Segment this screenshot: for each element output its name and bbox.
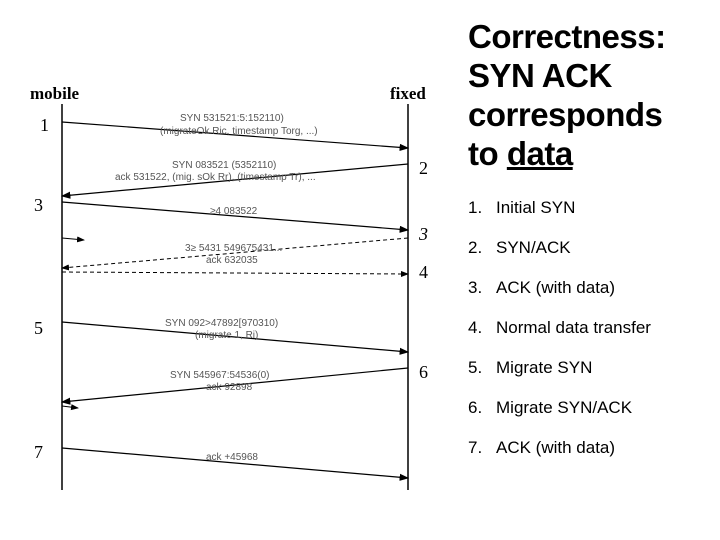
list-item: 7. ACK (with data)	[468, 438, 704, 458]
seq-num-3: 3	[34, 195, 43, 216]
step-num-5: 5.	[468, 358, 496, 378]
right-column: Correctness: SYN ACK corresponds to data…	[468, 18, 704, 478]
seq-num-5: 5	[34, 318, 43, 339]
msg-5b: (migrate 1, Ri)	[195, 330, 258, 341]
msg-5a: SYN 092>47892[970310)	[165, 318, 278, 329]
msg-3: ≥4 083522	[210, 206, 257, 217]
title-line-4b: data	[507, 135, 573, 172]
step-text-1: Initial SYN	[496, 198, 704, 218]
step-text-5: Migrate SYN	[496, 358, 704, 378]
step-num-3: 3.	[468, 278, 496, 298]
title-line-3: corresponds	[468, 96, 662, 133]
seq-num-2: 2	[419, 158, 428, 179]
list-item: 4. Normal data transfer	[468, 318, 704, 338]
msg-1b: (migrateOk Ric, timestamp Torg, ...)	[160, 126, 318, 137]
seq-num-3b: 3	[419, 224, 428, 245]
actor-fixed-label: fixed	[390, 84, 426, 104]
step-text-2: SYN/ACK	[496, 238, 704, 258]
seq-num-7: 7	[34, 442, 43, 463]
list-item: 1. Initial SYN	[468, 198, 704, 218]
step-num-2: 2.	[468, 238, 496, 258]
step-text-6: Migrate SYN/ACK	[496, 398, 704, 418]
msg-7: ack +45968	[206, 452, 258, 463]
step-text-7: ACK (with data)	[496, 438, 704, 458]
list-item: 6. Migrate SYN/ACK	[468, 398, 704, 418]
seq-num-6: 6	[419, 362, 428, 383]
title-line-1: Correctness:	[468, 18, 666, 55]
list-item: 3. ACK (with data)	[468, 278, 704, 298]
title-line-4a: to	[468, 135, 507, 172]
msg-6a: SYN 545967:54536(0)	[170, 370, 270, 381]
title-line-2: SYN ACK	[468, 57, 612, 94]
slide: mobile fixed 1 2 3 3 4 5 6 7 SYN 531521:…	[0, 0, 720, 540]
steps-list: 1. Initial SYN 2. SYN/ACK 3. ACK (with d…	[468, 198, 704, 458]
slide-title: Correctness: SYN ACK corresponds to data	[468, 18, 704, 174]
step-text-4: Normal data transfer	[496, 318, 704, 338]
list-item: 2. SYN/ACK	[468, 238, 704, 258]
actor-mobile-label: mobile	[30, 84, 79, 104]
step-num-1: 1.	[468, 198, 496, 218]
msg-6b: ack 92898	[206, 382, 252, 393]
msg-1a: SYN 531521:5:152110)	[180, 113, 284, 124]
msg-4a: 3≥ 5431 549675431...	[185, 243, 282, 254]
step-num-7: 7.	[468, 438, 496, 458]
msg-2a: SYN 083521 (5352110)	[172, 160, 276, 171]
step-num-4: 4.	[468, 318, 496, 338]
seq-num-4: 4	[419, 262, 428, 283]
list-item: 5. Migrate SYN	[468, 358, 704, 378]
msg-2b: ack 531522, (mig. sOk Rr), (timestamp Tr…	[115, 172, 316, 183]
msg-4b: ack 632035	[206, 255, 258, 266]
step-text-3: ACK (with data)	[496, 278, 704, 298]
seq-num-1: 1	[40, 115, 49, 136]
step-num-6: 6.	[468, 398, 496, 418]
